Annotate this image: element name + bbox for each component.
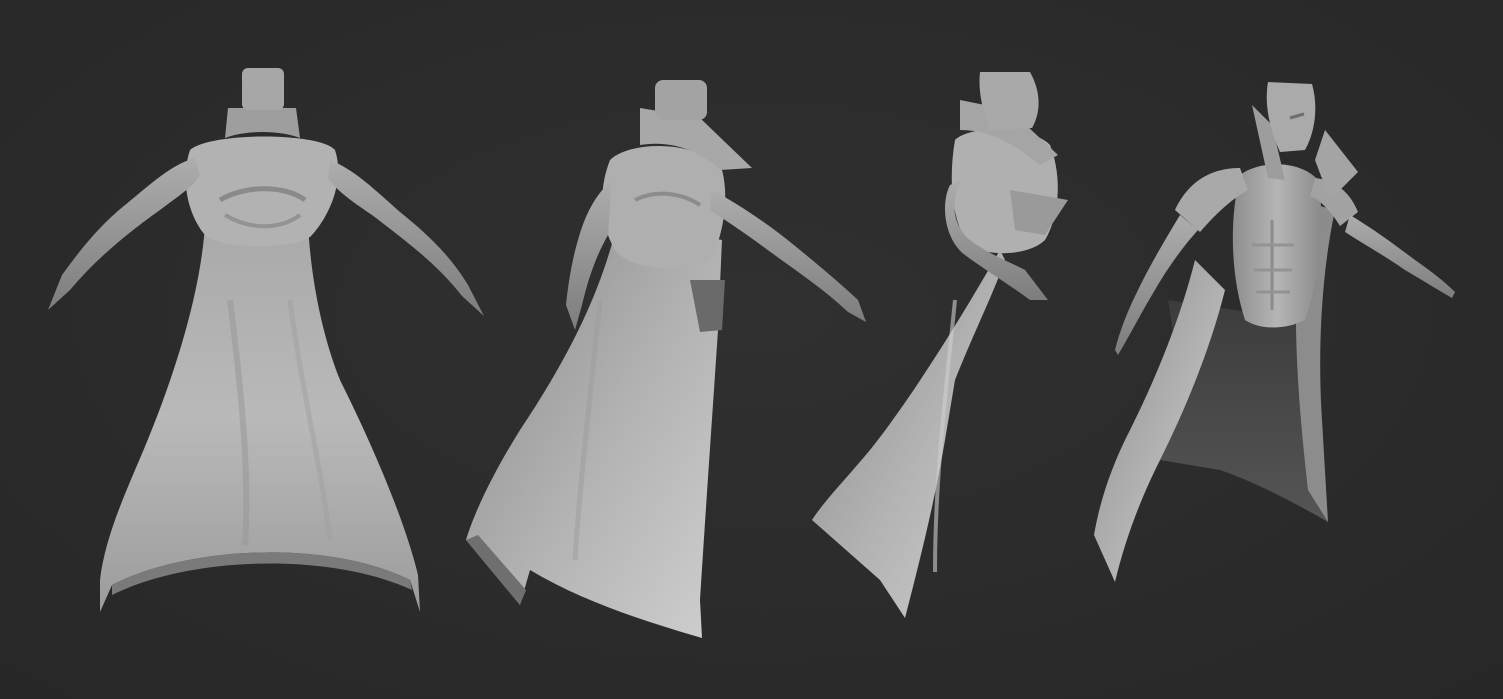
sculpt-viewport — [0, 0, 1503, 699]
torso-three-quarter-back — [602, 146, 726, 269]
figure-three-quarter-front-view — [1094, 82, 1455, 582]
collar-back — [225, 108, 300, 138]
figure-back-view — [48, 68, 484, 612]
left-arm — [48, 158, 200, 310]
head-side — [979, 72, 1039, 130]
lapel-side — [1010, 190, 1068, 235]
right-arm — [328, 160, 484, 316]
figure-three-quarter-back-view — [466, 80, 866, 638]
right-arm — [1345, 215, 1455, 298]
turnaround-render — [48, 68, 1455, 638]
torso-back — [185, 136, 339, 247]
right-arm — [710, 190, 866, 322]
head-back — [242, 68, 284, 110]
head-three-quarter-back — [655, 80, 707, 120]
figure-side-view — [812, 72, 1068, 618]
